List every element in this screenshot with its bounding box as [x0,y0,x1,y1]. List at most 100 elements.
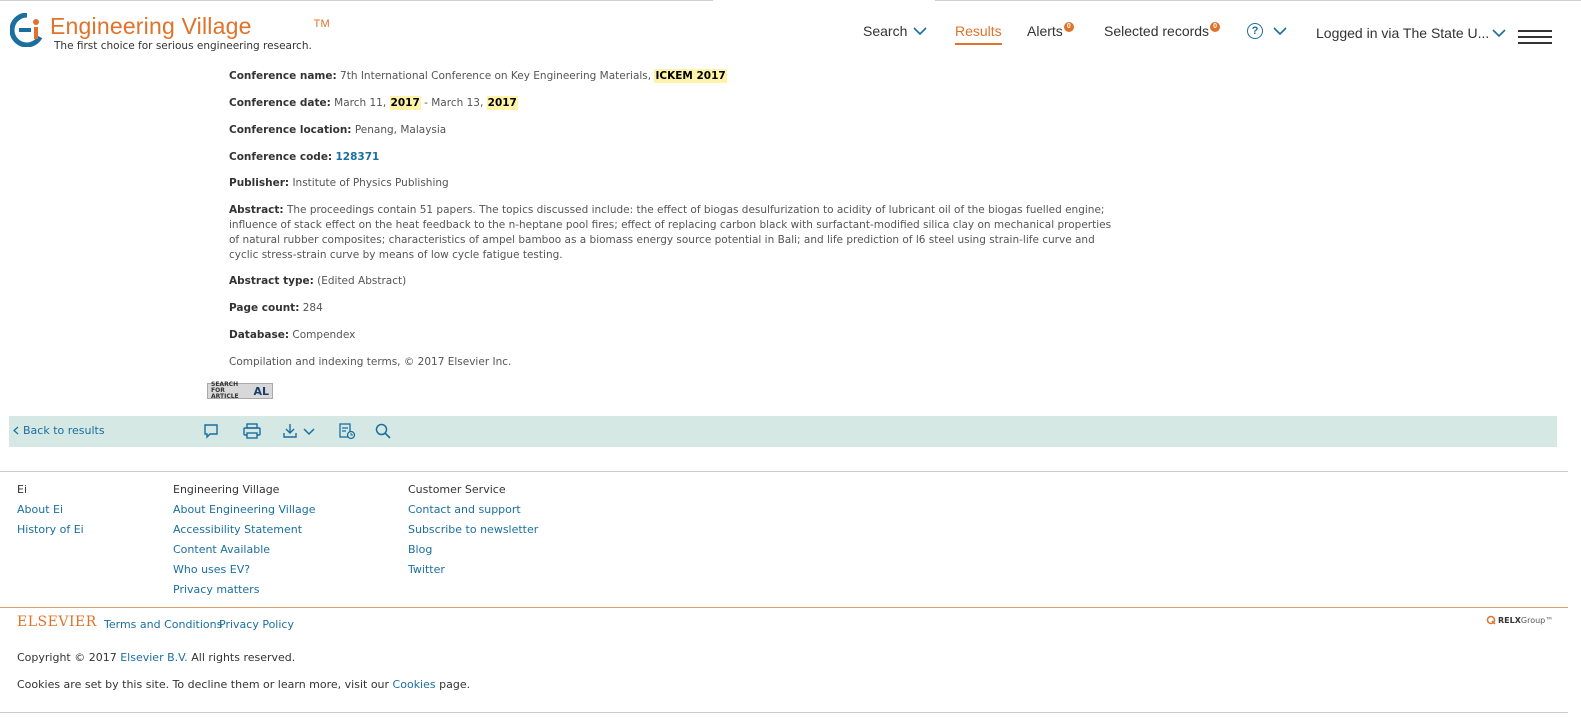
field-value: 7th International Conference on Key Engi… [340,70,655,82]
field-label: Conference name: [229,70,337,82]
field-value: 284 [302,302,323,314]
citation-icon[interactable] [337,422,357,440]
footer-link-about-ev[interactable]: About Engineering Village [173,502,315,522]
brand-name: Engineering Village TM [50,13,330,39]
field-label: Conference date: [229,97,331,109]
copyright-text: Copyright © 2017 [17,651,121,664]
footer-link-about-ei[interactable]: About Ei [17,502,84,522]
footer-col-customer: Customer Service Contact and support Sub… [408,482,538,582]
logo[interactable]: Engineering Village TM The first choice f… [9,12,330,52]
field-label: Publisher: [229,177,290,189]
footer-heading: Engineering Village [173,483,280,496]
terms-link[interactable]: Terms and Conditions [104,618,222,631]
back-to-results-label: Back to results [23,424,105,437]
chevron-left-icon [13,426,19,435]
footer-link-blog[interactable]: Blog [408,542,538,562]
nav-help[interactable]: ? [1247,23,1287,39]
header-gap [713,0,935,2]
field-value: The proceedings contain 51 papers. The t… [229,204,1112,261]
bottom-divider [0,712,1568,713]
nav-results-label: Results [955,23,1002,39]
relx-logo[interactable]: RELX Group™ [1486,615,1553,625]
header: Engineering Village TM The first choice f… [0,0,1581,62]
nav-selected-records[interactable]: Selected records 0 [1104,22,1221,39]
copyright-text: All rights reserved. [187,651,296,664]
nav-search-label: Search [863,23,908,39]
nav-alerts[interactable]: Alerts 0 [1027,22,1074,39]
footer-link-accessibility[interactable]: Accessibility Statement [173,522,315,542]
publisher-field: Publisher: Institute of Physics Publishi… [229,177,449,189]
footer-link-contact[interactable]: Contact and support [408,502,538,522]
search-for-article-button[interactable]: SEARCH FOR ARTICLE AL [207,382,273,400]
tagline: The first choice for serious engineering… [54,40,312,52]
chevron-down-icon [1273,27,1287,35]
field-label: Conference code: [229,151,333,163]
cookies-text: page. [435,678,471,691]
search-highlight: 2017 [486,96,518,110]
footer-heading: Ei [17,483,28,496]
abstract-field: Abstract: The proceedings contain 51 pap… [229,203,1119,263]
field-value: Compendex [292,329,356,341]
back-to-results-link[interactable]: Back to results [13,424,105,437]
alerts-count-badge: 0 [1063,22,1074,32]
conference-code-field: Conference code: 128371 [229,151,379,163]
footer-col-ei: Ei About Ei History of Ei [17,482,84,542]
database-field: Database: Compendex [229,329,355,341]
field-value: Institute of Physics Publishing [292,177,449,189]
footer-link-content[interactable]: Content Available [173,542,315,562]
conference-location-field: Conference location: Penang, Malaysia [229,124,446,136]
elsevier-logo[interactable]: ELSEVIER [17,614,97,630]
field-value: March 11, [334,97,390,109]
nav-search[interactable]: Search [863,23,927,39]
search-article-logo: AL [253,384,269,398]
footer-accent-line [0,607,1568,608]
privacy-link[interactable]: Privacy Policy [219,618,294,631]
footer-link-who-uses[interactable]: Who uses EV? [173,562,315,582]
search-highlight: ICKEM 2017 [654,69,727,83]
relx-group: Group™ [1520,615,1554,625]
selected-count-badge: 0 [1210,22,1221,32]
field-label: Conference location: [229,124,352,136]
field-value: - March 13, [420,97,487,109]
chevron-down-icon [1492,29,1506,37]
footer-link-newsletter[interactable]: Subscribe to newsletter [408,522,538,542]
field-label: Page count: [229,302,300,314]
download-icon[interactable] [282,422,318,440]
conference-code-link[interactable]: 128371 [335,151,379,163]
hamburger-menu-icon[interactable] [1518,30,1552,44]
search-highlight: 2017 [389,96,421,110]
login-status-label: Logged in via The State U... [1316,25,1490,41]
search-icon[interactable] [373,422,393,440]
field-label: Abstract type: [229,275,314,287]
cookies-link[interactable]: Cookies [393,678,436,691]
chevron-down-icon [913,27,927,35]
footer-divider [0,471,1568,472]
footer-link-history-ei[interactable]: History of Ei [17,522,84,542]
comment-icon[interactable] [201,422,221,440]
trademark: TM [313,18,330,30]
help-icon: ? [1247,23,1263,39]
copyright: Copyright © 2017 Elsevier B.V. All right… [17,651,295,664]
nav-alerts-label: Alerts [1027,23,1063,39]
abstract-type-field: Abstract type: (Edited Abstract) [229,275,406,287]
record-toolbar: Back to results [9,416,1557,447]
page-count-field: Page count: 284 [229,302,323,314]
cookies-notice: Cookies are set by this site. To decline… [17,678,470,691]
nav-login-menu[interactable]: Logged in via The State U... [1316,25,1506,41]
field-label: Database: [229,329,290,341]
field-label: Abstract: [229,204,284,216]
footer-heading: Customer Service [408,483,506,496]
relx-name: RELX [1498,615,1521,625]
footer-link-twitter[interactable]: Twitter [408,562,538,582]
compilation-note: Compilation and indexing terms, © 2017 E… [229,356,512,368]
footer-link-privacy-matters[interactable]: Privacy matters [173,582,315,602]
elsevier-bv-link[interactable]: Elsevier B.V. [120,651,188,664]
nav-results[interactable]: Results [955,23,1002,45]
print-icon[interactable] [242,422,262,440]
ei-logo-icon [9,12,44,48]
conference-name-field: Conference name: 7th International Confe… [229,69,727,83]
search-article-line2: ARTICLE [211,393,239,400]
nav-selected-records-label: Selected records [1104,23,1210,39]
footer-col-ev: Engineering Village About Engineering Vi… [173,482,315,602]
relx-mark-icon [1486,615,1496,625]
